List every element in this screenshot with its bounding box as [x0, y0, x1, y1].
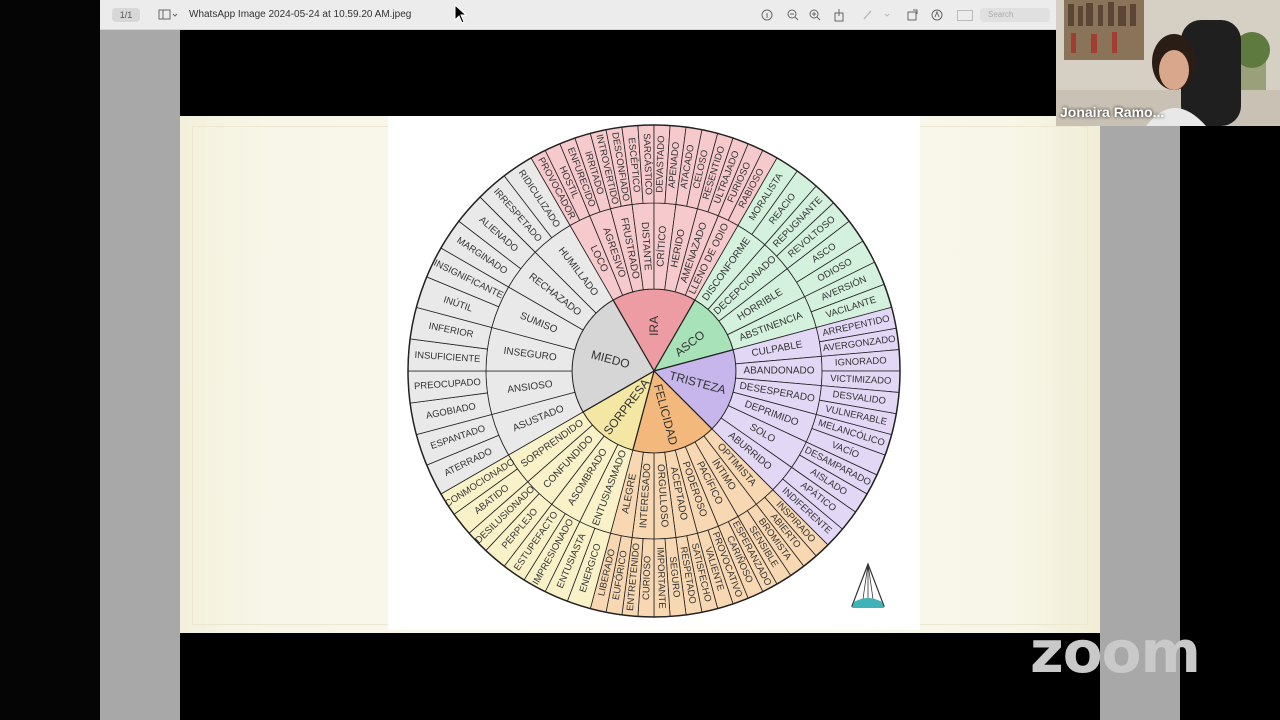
mouse-cursor-icon: [454, 4, 468, 24]
emotion-wheel: LOCOAGRESIVOFRUSTRADODISTANTE CRÍTICO HERI…: [407, 124, 901, 618]
markup-pen-icon[interactable]: [863, 10, 890, 20]
rotate-icon[interactable]: [907, 9, 918, 21]
image-viewport: LOCO AGRESIVO FRUSTRADO DISTANTE CRÍTICO HERI…: [180, 30, 1100, 720]
preview-toolbar: 1/1 WhatsApp Image 2024-05-24 at 10.59.2…: [100, 0, 1180, 30]
preview-window: 1/1 WhatsApp Image 2024-05-24 at 10.59.2…: [100, 0, 1180, 720]
core-emotion-label: IRA: [647, 316, 661, 336]
participant-video[interactable]: Jonaira Ramo...: [1056, 0, 1280, 126]
zoom-out-icon[interactable]: [787, 9, 799, 21]
emotion-wheel-image: LOCO AGRESIVO FRUSTRADO DISTANTE CRÍTICO HERI…: [388, 116, 920, 630]
participant-name: Jonaira Ramo...: [1060, 104, 1165, 120]
highlight-icon[interactable]: [957, 10, 973, 21]
pyramid-logo-icon: [851, 562, 885, 608]
share-icon[interactable]: [834, 9, 844, 22]
outer-emotion-label: DEVASTADO: [654, 135, 667, 193]
annotate-icon[interactable]: [931, 9, 943, 21]
outer-emotion-label: IMPORTANTE: [654, 547, 667, 609]
search-input[interactable]: Search: [980, 8, 1050, 22]
info-icon[interactable]: [761, 9, 773, 21]
presentation-slide: LOCO AGRESIVO FRUSTRADO DISTANTE CRÍTICO HERI…: [180, 116, 1100, 633]
outer-emotion-label: IGNORADO: [835, 355, 887, 368]
zoom-watermark: zoom: [1030, 618, 1201, 686]
page-indicator-button[interactable]: 1/1: [112, 8, 140, 22]
zoom-in-icon[interactable]: [809, 9, 821, 21]
sidebar-toggle-icon[interactable]: [158, 8, 178, 22]
left-black-margin: [0, 0, 100, 720]
outer-emotion-label: CURIOSO: [641, 556, 653, 601]
outer-emotion-label: SARCÁSTICO: [641, 133, 654, 195]
mid-emotion-label: ABANDONADO: [743, 366, 814, 377]
document-title: WhatsApp Image 2024-05-24 at 10.59.20 AM…: [189, 9, 412, 20]
